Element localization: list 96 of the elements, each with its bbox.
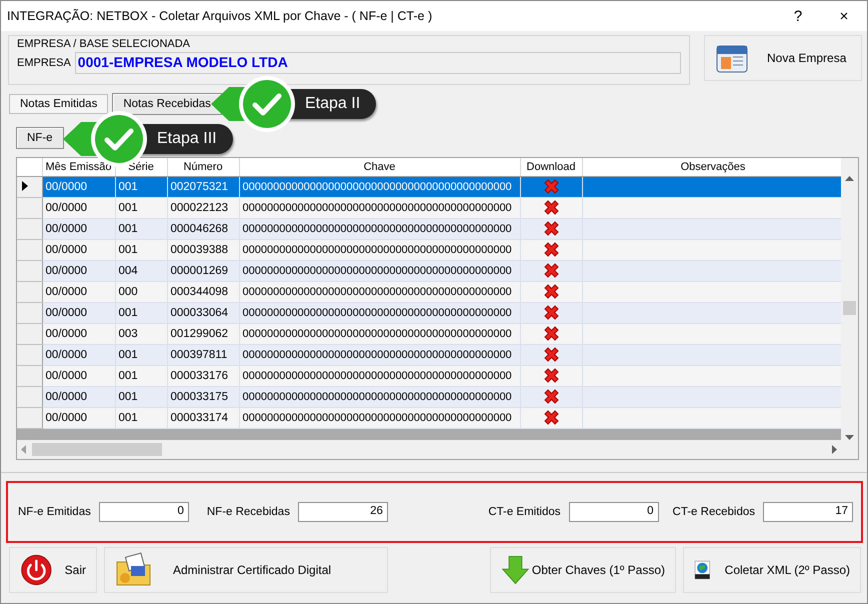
cross-icon[interactable] bbox=[542, 325, 560, 342]
cross-icon[interactable] bbox=[542, 367, 560, 384]
table-cell: 00000000000000000000000000000000000000000000 bbox=[239, 281, 520, 302]
total-field[interactable]: 17 bbox=[763, 502, 853, 522]
table-cell: 00000000000000000000000000000000000000000000 bbox=[239, 218, 520, 239]
horizontal-scrollbar[interactable] bbox=[17, 440, 841, 459]
table-cell: 00/0000 bbox=[42, 260, 115, 281]
tab[interactable]: Notas Recebidas bbox=[112, 93, 222, 115]
cross-icon[interactable] bbox=[542, 409, 560, 426]
certificate-folder-icon bbox=[115, 552, 153, 588]
table-cell: 00/0000 bbox=[42, 365, 115, 386]
table-cell: 00000000000000000000000000000000000000000000 bbox=[239, 407, 520, 428]
table-cell: 001 bbox=[115, 344, 167, 365]
table-cell: 00000000000000000000000000000000000000000000 bbox=[239, 239, 520, 260]
table-cell: 001 bbox=[115, 197, 167, 218]
check-marker-icon bbox=[211, 75, 297, 133]
scroll-thumb[interactable] bbox=[32, 443, 162, 456]
table-cell: 00/0000 bbox=[42, 197, 115, 218]
cross-icon[interactable] bbox=[542, 304, 560, 321]
table-cell: 001 bbox=[115, 239, 167, 260]
total-label: NF-e Emitidas bbox=[18, 506, 91, 518]
cross-icon[interactable] bbox=[542, 220, 560, 237]
total-field[interactable]: 26 bbox=[298, 502, 388, 522]
table-cell: 00/0000 bbox=[42, 344, 115, 365]
current-row-icon bbox=[22, 180, 28, 190]
scroll-up-icon bbox=[845, 176, 854, 181]
column-header[interactable]: Número bbox=[167, 158, 239, 176]
table-cell: 001 bbox=[115, 176, 167, 197]
total-field[interactable]: 0 bbox=[98, 502, 189, 522]
table-cell: 000001269 bbox=[167, 260, 239, 281]
table-cell: 000033176 bbox=[167, 365, 239, 386]
table-cell: 001 bbox=[115, 386, 167, 407]
column-header[interactable]: Mês Emissão bbox=[42, 158, 115, 176]
table-cell: 00000000000000000000000000000000000000000000 bbox=[239, 365, 520, 386]
cross-icon[interactable] bbox=[542, 283, 560, 300]
table-cell: 001 bbox=[115, 218, 167, 239]
column-header[interactable]: Observações bbox=[582, 158, 841, 176]
table-cell: 00/0000 bbox=[42, 302, 115, 323]
total-field[interactable]: 0 bbox=[568, 502, 659, 522]
tab[interactable]: Notas Emitidas bbox=[9, 94, 108, 114]
total-label: NF-e Recebidas bbox=[206, 506, 290, 518]
table-cell: 00000000000000000000000000000000000000000000 bbox=[239, 302, 520, 323]
table-cell: 000033064 bbox=[167, 302, 239, 323]
tab[interactable]: NF-e bbox=[16, 127, 64, 149]
field-label: EMPRESA bbox=[17, 57, 71, 69]
action-button[interactable]: Obter Chaves (1º Passo) bbox=[490, 547, 676, 593]
table-cell: 00/0000 bbox=[42, 386, 115, 407]
table-cell: 000033174 bbox=[167, 407, 239, 428]
table-cell: 00000000000000000000000000000000000000000000 bbox=[239, 176, 520, 197]
table-cell: 000022123 bbox=[167, 197, 239, 218]
action-button[interactable]: Sair bbox=[9, 547, 97, 593]
table-cell: 00/0000 bbox=[42, 218, 115, 239]
new-company-button[interactable]: Nova Empresa bbox=[704, 35, 862, 81]
table-cell: 00/0000 bbox=[42, 323, 115, 344]
table-cell: 00/0000 bbox=[42, 239, 115, 260]
table-cell: 001 bbox=[115, 302, 167, 323]
table-cell: 000397811 bbox=[167, 344, 239, 365]
table-cell: 002075321 bbox=[167, 176, 239, 197]
cross-icon[interactable] bbox=[542, 262, 560, 279]
row-indicator[interactable] bbox=[17, 176, 42, 197]
table-cell: 004 bbox=[115, 260, 167, 281]
scroll-thumb[interactable] bbox=[843, 301, 856, 315]
group-label: EMPRESA / BASE SELECIONADA bbox=[17, 38, 192, 50]
column-header[interactable]: Download bbox=[520, 158, 582, 176]
table-cell: 001 bbox=[115, 365, 167, 386]
cross-icon[interactable] bbox=[542, 199, 560, 216]
table-cell: 00000000000000000000000000000000000000000000 bbox=[239, 197, 520, 218]
column-header[interactable]: Chave bbox=[239, 158, 520, 176]
window-title: INTEGRAÇÃO: NETBOX - Coletar Arquivos XML por Chave - ( NF-e | CT-e ) bbox=[7, 9, 434, 23]
table-cell: 003 bbox=[115, 323, 167, 344]
table-cell: 000039388 bbox=[167, 239, 239, 260]
table-cell: 00000000000000000000000000000000000000000000 bbox=[239, 344, 520, 365]
scroll-right-icon bbox=[832, 445, 837, 454]
cross-icon[interactable] bbox=[542, 388, 560, 405]
total-label: CT-e Emitidos bbox=[488, 506, 561, 518]
cross-icon[interactable] bbox=[542, 346, 560, 363]
table-cell: 00000000000000000000000000000000000000000000 bbox=[239, 386, 520, 407]
table-cell: 00000000000000000000000000000000000000000000 bbox=[239, 323, 520, 344]
header-corner bbox=[17, 158, 42, 176]
table-cell: 000046268 bbox=[167, 218, 239, 239]
vertical-scrollbar[interactable] bbox=[841, 158, 858, 440]
action-button[interactable]: Administrar Certificado Digital bbox=[104, 547, 388, 593]
company-field[interactable]: 0001-EMPRESA MODELO LTDA bbox=[74, 52, 681, 74]
table-cell: 000 bbox=[115, 281, 167, 302]
table-cell: 000344098 bbox=[167, 281, 239, 302]
table-cell: 001299062 bbox=[167, 323, 239, 344]
scroll-left-icon bbox=[21, 445, 26, 454]
table-cell: 00/0000 bbox=[42, 281, 115, 302]
table-cell: 00000000000000000000000000000000000000000000 bbox=[239, 260, 520, 281]
table-cell: 00/0000 bbox=[42, 407, 115, 428]
table-cell: 001 bbox=[115, 407, 167, 428]
cross-icon[interactable] bbox=[542, 241, 560, 258]
total-label: CT-e Recebidos bbox=[672, 506, 755, 518]
action-button[interactable]: Coletar XML (2º Passo) bbox=[683, 547, 861, 593]
table-cell: 00/0000 bbox=[42, 176, 115, 197]
table-cell: 000033175 bbox=[167, 386, 239, 407]
